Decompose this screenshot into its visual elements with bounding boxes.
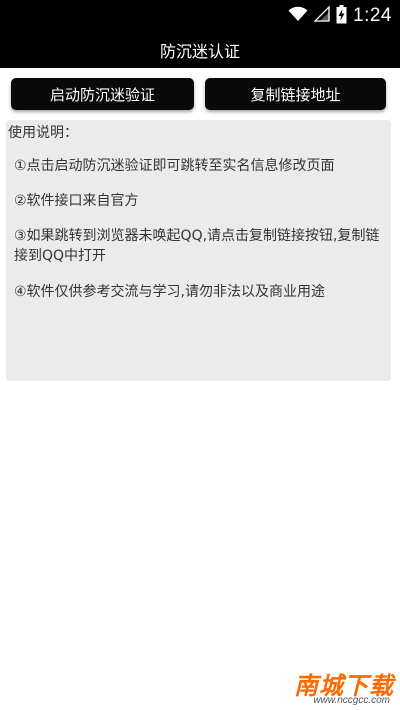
instructions-panel: 使用说明： ①点击启动防沉迷验证即可跳转至实名信息修改页面 ②软件接口来自官方 …	[6, 120, 391, 381]
page-title: 防沉迷认证	[159, 42, 240, 61]
copy-link-button[interactable]: 复制链接地址	[205, 78, 386, 110]
instructions-title: 使用说明：	[8, 125, 78, 141]
status-bar: 1:24	[0, 0, 400, 32]
status-icons: 1:24	[288, 4, 392, 28]
watermark-logo: 南城下载 www.nccgcc.com	[276, 666, 394, 706]
instruction-item: ②软件接口来自官方	[14, 193, 139, 209]
instruction-item: ③如果跳转到浏览器未唤起QQ,请点击复制链接按钮,复制链接到QQ中打开	[14, 228, 380, 264]
copy-link-label: 复制链接地址	[250, 85, 341, 104]
instruction-item: ④软件仅供参考交流与学习,请勿非法以及商业用途	[14, 284, 325, 300]
cellular-signal-icon	[313, 5, 330, 26]
wifi-icon	[288, 6, 308, 26]
start-verification-button[interactable]: 启动防沉迷验证	[11, 78, 194, 110]
battery-charging-icon	[336, 4, 347, 28]
status-time: 1:24	[353, 5, 392, 26]
start-verification-label: 启动防沉迷验证	[49, 85, 155, 104]
watermark-url: www.nccgcc.com	[313, 695, 390, 706]
app-title-bar: 防沉迷认证	[0, 32, 400, 68]
instruction-item: ①点击启动防沉迷验证即可跳转至实名信息修改页面	[14, 158, 335, 174]
